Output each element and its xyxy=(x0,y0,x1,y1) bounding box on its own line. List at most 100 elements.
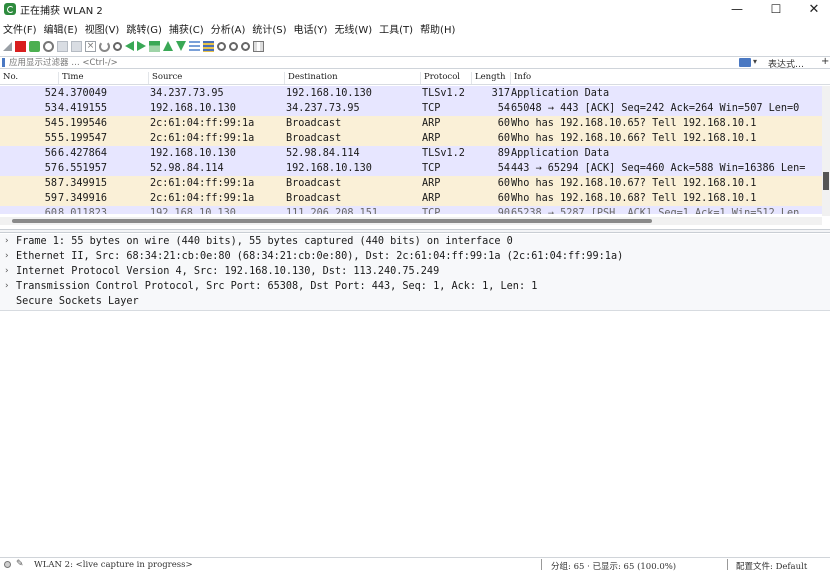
scrollbar-thumb[interactable] xyxy=(12,219,652,223)
column-header-no[interactable]: No. xyxy=(0,72,18,84)
packet-row[interactable]: 52 4.370049 34.237.73.95 192.168.10.130 TLSv… xyxy=(0,86,822,101)
shark-fin-icon[interactable] xyxy=(3,41,12,51)
column-header-length[interactable]: Length xyxy=(471,72,505,84)
packet-protocol-cell: ARP xyxy=(422,133,441,144)
go-forward-icon[interactable] xyxy=(137,41,146,51)
reload-icon[interactable] xyxy=(99,40,110,52)
go-last-icon[interactable] xyxy=(176,41,186,51)
zoom-out-icon[interactable] xyxy=(229,41,238,51)
packet-row[interactable]: 60 8.011823 192.168.10.130 111.206.208.151 T… xyxy=(0,206,822,214)
menu-help[interactable]: 帮助(H) xyxy=(420,21,455,36)
resize-columns-icon[interactable] xyxy=(253,40,264,52)
bookmark-icon[interactable] xyxy=(2,58,5,67)
apply-filter-icon[interactable] xyxy=(739,58,751,67)
go-first-icon[interactable] xyxy=(163,41,173,51)
packet-destination-cell: 111.206.208.151 xyxy=(286,208,379,214)
go-back-icon[interactable] xyxy=(125,41,134,51)
column-header-destination[interactable]: Destination xyxy=(284,72,338,84)
packet-rows: 52 4.370049 34.237.73.95 192.168.10.130 TLSv… xyxy=(0,86,822,214)
packet-details-pane: › Frame 1: 55 bytes on wire (440 bits), 5… xyxy=(0,234,830,310)
protocol-tree-item[interactable]: › Ethernet II, Src: 68:34:21:cb:0e:80 (68… xyxy=(0,249,830,264)
display-filter-input[interactable] xyxy=(9,57,729,68)
expression-button[interactable]: 表达式… xyxy=(768,57,804,70)
menu-go[interactable]: 跳转(G) xyxy=(126,21,162,36)
packet-protocol-cell: TLSv1.2 xyxy=(422,148,465,159)
expand-arrow-icon[interactable]: › xyxy=(4,234,9,249)
zoom-normal-icon[interactable] xyxy=(241,41,250,51)
column-header-protocol[interactable]: Protocol xyxy=(420,72,460,84)
packet-length-cell: 54 xyxy=(497,163,510,174)
auto-scroll-icon[interactable] xyxy=(189,40,200,52)
packet-number-cell: 54 xyxy=(44,118,57,129)
menu-tools[interactable]: 工具(T) xyxy=(379,21,413,36)
stop-capture-icon[interactable] xyxy=(15,40,26,52)
scrollbar-thumb[interactable] xyxy=(823,172,829,190)
packet-info-cell: 65238 → 5287 [PSH, ACK] Seq=1 Ack=1 Win=… xyxy=(511,208,800,214)
pane-splitter[interactable] xyxy=(0,310,830,311)
menu-analyze[interactable]: 分析(A) xyxy=(211,21,246,36)
menu-edit[interactable]: 编辑(E) xyxy=(44,21,78,36)
packet-row[interactable]: 57 6.551957 52.98.84.114 192.168.10.130 TCP 5… xyxy=(0,161,822,176)
packet-length-cell: 90 xyxy=(497,208,510,214)
capture-options-icon[interactable] xyxy=(43,40,54,52)
column-header-info[interactable]: Info xyxy=(510,72,531,84)
expand-arrow-icon[interactable]: › xyxy=(4,249,9,264)
menu-telephony[interactable]: 电话(Y) xyxy=(294,21,328,36)
packet-protocol-cell: ARP xyxy=(422,118,441,129)
packet-row[interactable]: 59 7.349916 2c:61:04:ff:99:1a Broadcast ARP 6… xyxy=(0,191,822,206)
minimize-button[interactable]: — xyxy=(718,0,756,18)
packet-destination-cell: 34.237.73.95 xyxy=(286,103,360,114)
filter-history-dropdown[interactable]: ▾ xyxy=(753,57,757,66)
profile-status[interactable]: 配置文件: Default xyxy=(736,560,807,571)
zoom-in-icon[interactable] xyxy=(217,41,226,51)
expand-arrow-icon[interactable]: › xyxy=(4,279,9,294)
title-bar: 正在捕获 WLAN 2 xyxy=(0,0,830,18)
protocol-tree-item[interactable]: Secure Sockets Layer xyxy=(0,294,830,309)
packet-destination-cell: 52.98.84.114 xyxy=(286,148,360,159)
packet-row[interactable]: 56 6.427864 192.168.10.130 52.98.84.114 TLSv… xyxy=(0,146,822,161)
protocol-tree-label: Secure Sockets Layer xyxy=(16,296,139,307)
restart-capture-icon[interactable] xyxy=(29,40,40,52)
menu-capture[interactable]: 捕获(C) xyxy=(169,21,204,36)
packet-length-cell: 317 xyxy=(491,88,510,99)
packet-row[interactable]: 55 5.199547 2c:61:04:ff:99:1a Broadcast ARP 6… xyxy=(0,131,822,146)
menu-view[interactable]: 视图(V) xyxy=(85,21,120,36)
capture-comment-icon[interactable]: ✎ xyxy=(16,559,24,569)
column-header-source[interactable]: Source xyxy=(148,72,182,84)
packet-time-cell: 8.011823 xyxy=(58,208,108,214)
packet-destination-cell: Broadcast xyxy=(286,118,342,129)
packet-length-cell: 60 xyxy=(497,178,510,189)
menu-wireless[interactable]: 无线(W) xyxy=(334,21,372,36)
packet-destination-cell: 192.168.10.130 xyxy=(286,163,372,174)
packet-row[interactable]: 53 4.419155 192.168.10.130 34.237.73.95 TCP 5… xyxy=(0,101,822,116)
protocol-tree-item[interactable]: › Internet Protocol Version 4, Src: 192.1… xyxy=(0,264,830,279)
protocol-tree-item[interactable]: › Transmission Control Protocol, Src Port… xyxy=(0,279,830,294)
close-button[interactable]: ✕ xyxy=(795,0,830,18)
protocol-tree-item[interactable]: › Frame 1: 55 bytes on wire (440 bits), 5… xyxy=(0,234,830,249)
packet-time-cell: 6.551957 xyxy=(58,163,108,174)
find-packet-icon[interactable] xyxy=(113,41,122,51)
pane-splitter[interactable] xyxy=(0,229,830,233)
status-divider xyxy=(541,559,542,570)
menu-statistics[interactable]: 统计(S) xyxy=(252,21,286,36)
open-file-icon[interactable] xyxy=(57,40,68,52)
menu-bar: 文件(F) 编辑(E) 视图(V) 跳转(G) 捕获(C) 分析(A) 统计(S… xyxy=(0,20,830,36)
packet-time-cell: 7.349916 xyxy=(58,193,108,204)
packet-list-vertical-scrollbar[interactable] xyxy=(822,86,830,216)
menu-file[interactable]: 文件(F) xyxy=(3,21,37,36)
protocol-tree-label: Transmission Control Protocol, Src Port:… xyxy=(16,281,538,292)
close-file-icon[interactable]: × xyxy=(85,40,96,52)
packet-row[interactable]: 54 5.199546 2c:61:04:ff:99:1a Broadcast ARP 6… xyxy=(0,116,822,131)
add-filter-button[interactable]: + xyxy=(821,56,829,67)
expand-arrow-icon[interactable]: › xyxy=(4,264,9,279)
expert-info-icon[interactable] xyxy=(4,561,11,568)
packet-list-horizontal-scrollbar[interactable] xyxy=(0,217,822,225)
maximize-button[interactable]: ☐ xyxy=(757,0,795,18)
packet-row[interactable]: 58 7.349915 2c:61:04:ff:99:1a Broadcast ARP 6… xyxy=(0,176,822,191)
go-to-packet-icon[interactable] xyxy=(149,40,160,52)
packet-info-cell: 65048 → 443 [ACK] Seq=242 Ack=264 Win=50… xyxy=(511,103,800,114)
column-header-time[interactable]: Time xyxy=(58,72,83,84)
colorize-icon[interactable] xyxy=(203,40,214,52)
save-file-icon[interactable] xyxy=(71,40,82,52)
packet-info-cell: Application Data xyxy=(511,88,610,99)
